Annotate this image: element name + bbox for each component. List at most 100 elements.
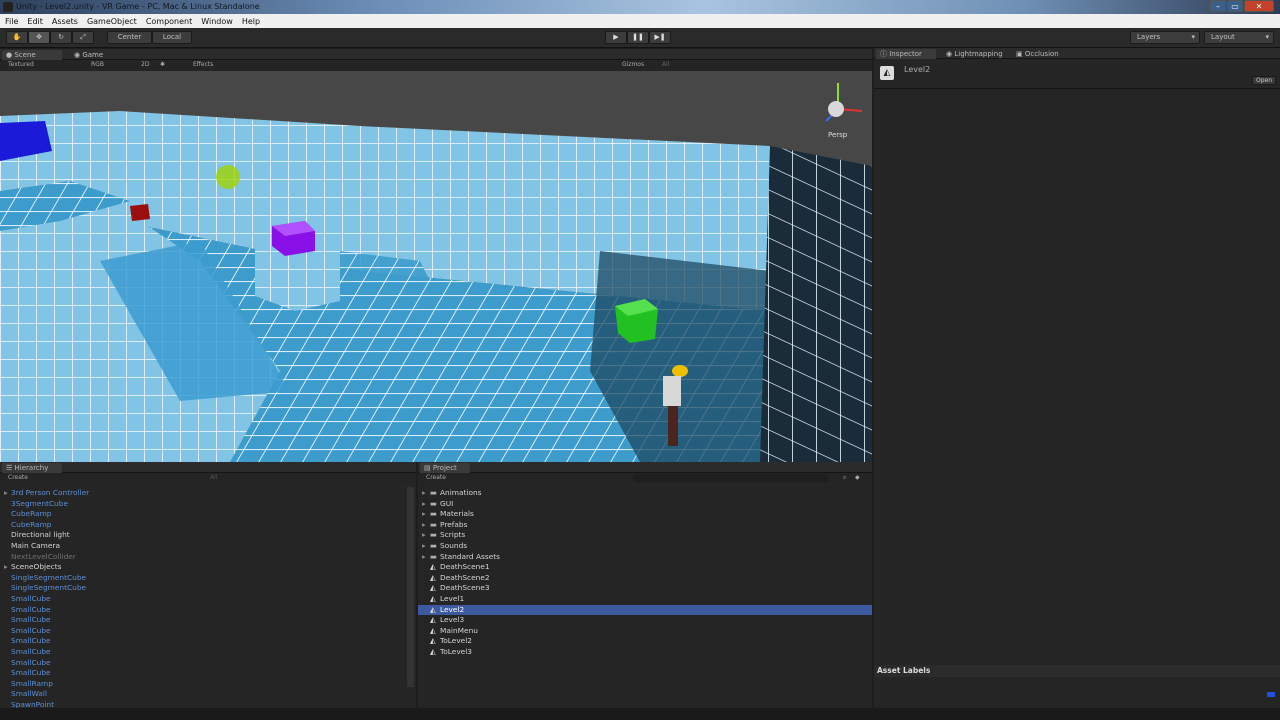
project-item-label: Standard Assets [440,551,501,561]
gizmos-dropdown[interactable]: Gizmos [622,60,644,70]
hierarchy-item[interactable]: ▸ 3rd Person Controller [0,488,89,499]
hierarchy-item[interactable]: 3SegmentCube [0,499,68,510]
light-icon[interactable]: ✱ [160,60,165,70]
tab-game[interactable]: ◉ Game [70,50,125,60]
layers-dropdown[interactable]: Layers ▾ [1130,31,1200,44]
menu-window[interactable]: Window [196,14,237,28]
project-item-label: Materials [440,509,474,519]
hierarchy-item[interactable]: CubeRamp [0,509,51,520]
space-toggle[interactable]: Local [152,31,192,44]
open-button[interactable]: Open [1252,76,1276,85]
project-scene-item[interactable]: ◭ DeathScene3 [418,583,872,594]
project-scene-item[interactable]: ◭ Level3 [418,615,872,626]
scale-tool-button[interactable]: ⤢ [72,31,94,44]
project-folder-item[interactable]: ▸ ▬ Animations [418,488,872,499]
project-folder-item[interactable]: ▸ ▬ Sounds [418,541,872,552]
hierarchy-item[interactable]: SingleSegmentCube [0,583,86,594]
project-folder-item[interactable]: ▸ ▬ Standard Assets [418,552,872,563]
mode-2d-toggle[interactable]: 2D [141,60,149,70]
hierarchy-item[interactable]: CubeRamp [0,520,51,531]
project-scene-item[interactable]: ◭ DeathScene2 [418,573,872,584]
hierarchy-item[interactable]: SmallCube [0,658,51,669]
hierarchy-item[interactable]: NextLevelCollider [0,552,76,563]
project-scene-item[interactable]: ◭ DeathScene1 [418,562,872,573]
hierarchy-search-input[interactable]: All [210,473,217,483]
menu-assets[interactable]: Assets [47,14,82,28]
menu-component[interactable]: Component [141,14,196,28]
scene-search-input[interactable]: All [662,60,669,70]
project-folder-item[interactable]: ▸ ▬ Scripts [418,530,872,541]
menu-gameobject[interactable]: GameObject [82,14,141,28]
pivot-toggle[interactable]: Center [107,31,152,44]
project-folder-item[interactable]: ▸ ▬ Prefabs [418,520,872,531]
hierarchy-item[interactable]: SmallCube [0,594,51,605]
scene-viewport[interactable]: Persp [0,71,872,462]
tab-game-label: Game [82,51,104,59]
hierarchy-item[interactable]: SmallCube [0,636,51,647]
open-button-label: Open [1255,77,1273,84]
project-search-input[interactable] [633,474,828,482]
hierarchy-item[interactable]: SpawnPoint [0,700,54,708]
layout-dropdown[interactable]: Layout ▾ [1204,31,1274,44]
hierarchy-item[interactable]: SmallCube [0,615,51,626]
maximize-button[interactable]: ▭ [1227,0,1243,12]
rotate-tool-button[interactable]: ↻ [50,31,72,44]
move-tool-button[interactable]: ✥ [28,31,50,44]
project-scene-item[interactable]: ◭ MainMenu [418,626,872,637]
asset-labels-toggle[interactable] [1267,692,1275,697]
filter-icon[interactable]: ⌕ [843,473,846,483]
project-create-dropdown[interactable]: Create [426,473,446,483]
foldout-arrow-icon[interactable]: ▸ [4,562,11,573]
play-button[interactable]: ▶ [605,31,627,44]
hierarchy-item[interactable]: SmallRamp [0,679,53,690]
tab-scene[interactable]: ● Scene [2,50,62,60]
minimize-button[interactable]: – [1210,0,1226,12]
foldout-arrow-icon[interactable]: ▸ [422,530,430,541]
project-scene-item[interactable]: ◭ Level2 [418,604,872,616]
effects-dropdown[interactable]: Effects [193,60,213,70]
foldout-arrow-icon[interactable]: ▸ [422,488,430,499]
menu-edit[interactable]: Edit [22,14,47,28]
hierarchy-item[interactable]: ▸ SceneObjects [0,562,61,573]
projection-label[interactable]: Persp [828,131,847,139]
hierarchy-item[interactable]: SingleSegmentCube [0,573,86,584]
tab-lightmapping[interactable]: ◉ Lightmapping [942,49,1012,59]
project-scene-item[interactable]: ◭ Level1 [418,594,872,605]
unity-scene-icon: ◭ [430,636,436,646]
label-icon[interactable]: ◆ [855,473,860,483]
menu-file[interactable]: File [0,14,22,28]
render-mode-dropdown[interactable]: RGB [91,60,104,70]
tab-inspector[interactable]: ⓘ Inspector [876,49,936,59]
hierarchy-item[interactable]: SmallCube [0,605,51,616]
tab-project[interactable]: ▤ Project [420,463,470,473]
hand-tool-button[interactable]: ✋ [6,31,28,44]
hierarchy-item[interactable]: SmallCube [0,626,51,637]
hierarchy-item[interactable]: SmallWall [0,689,47,700]
foldout-arrow-icon[interactable]: ▸ [422,552,430,563]
project-folder-item[interactable]: ▸ ▬ Materials [418,509,872,520]
hierarchy-item[interactable]: SmallCube [0,647,51,658]
project-scene-item[interactable]: ◭ ToLevel3 [418,647,872,658]
project-folder-item[interactable]: ▸ ▬ GUI [418,499,872,510]
menu-help[interactable]: Help [237,14,264,28]
step-button[interactable]: ▶❚ [649,31,671,44]
menu-bar: File Edit Assets GameObject Component Window H… [0,14,1280,28]
foldout-arrow-icon[interactable]: ▸ [422,520,430,531]
scale-icon: ⤢ [80,33,86,41]
foldout-arrow-icon[interactable]: ▸ [422,509,430,520]
hierarchy-scrollbar[interactable] [407,487,414,687]
foldout-arrow-icon[interactable]: ▸ [422,541,430,552]
foldout-arrow-icon[interactable]: ▸ [4,488,11,499]
close-button[interactable]: ✕ [1244,0,1274,12]
project-scene-item[interactable]: ◭ ToLevel2 [418,636,872,647]
shading-mode-dropdown[interactable]: Textured [8,60,34,70]
hierarchy-create-dropdown[interactable]: Create [8,473,28,483]
asset-labels-title: Asset Labels [877,666,931,675]
pause-button[interactable]: ❚❚ [627,31,649,44]
hierarchy-item[interactable]: Directional light [0,530,70,541]
foldout-arrow-icon[interactable]: ▸ [422,499,430,510]
tab-hierarchy[interactable]: ☰ Hierarchy [2,463,62,473]
tab-occlusion[interactable]: ▣ Occlusion [1012,49,1072,59]
hierarchy-item[interactable]: SmallCube [0,668,51,679]
hierarchy-item[interactable]: Main Camera [0,541,60,552]
